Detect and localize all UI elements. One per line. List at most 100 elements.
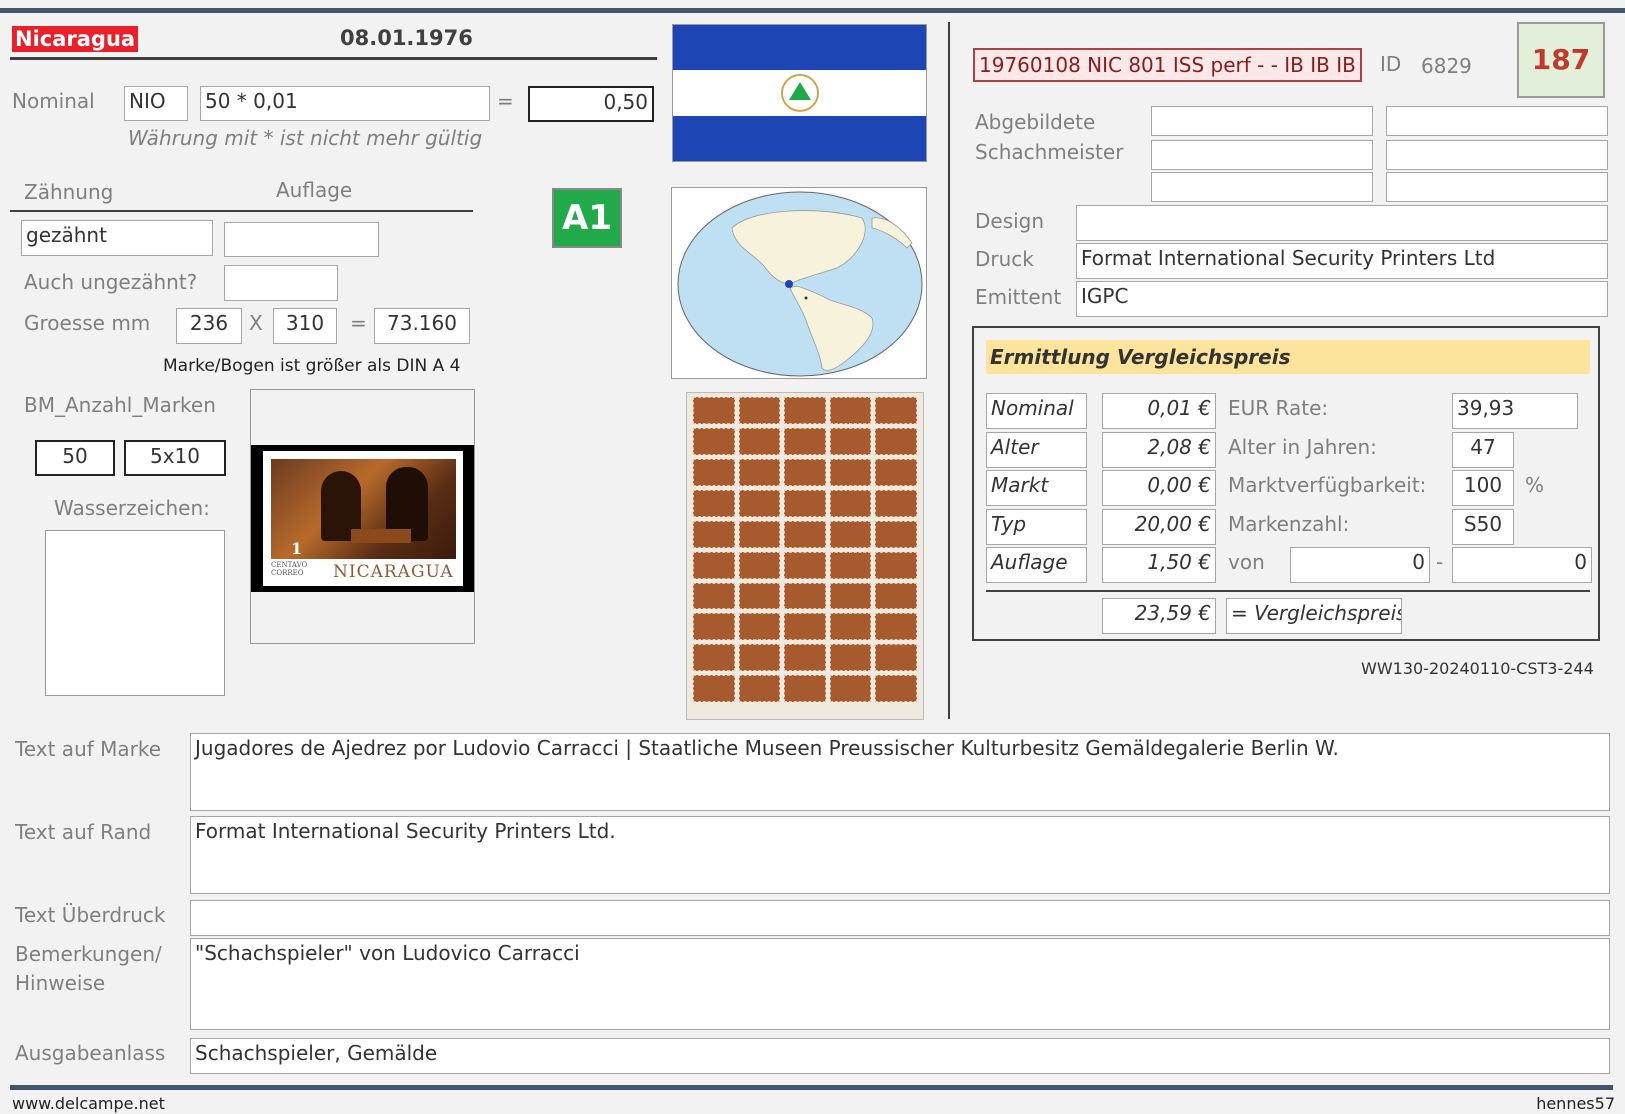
schachmeister-field-6[interactable] [1386,172,1608,202]
price-row-value-auflage[interactable]: 1,50 € [1102,547,1216,583]
price-row-value-markt[interactable]: 0,00 € [1102,470,1216,506]
schachmeister-field-3[interactable] [1151,140,1373,170]
top-bar [0,8,1625,13]
stamp-small-text: CENTAVO CORREO [271,561,308,577]
footer-user[interactable]: hennes57 [1536,1094,1615,1113]
emittent-field[interactable]: IGPC [1076,281,1608,317]
schachmeister-field-1[interactable] [1151,106,1373,136]
druck-label: Druck [975,247,1034,271]
column-divider [948,22,950,719]
issue-code: 19760108 NIC 801 ISS perf - - IB IB IB [973,48,1362,82]
eur-rate-field[interactable]: 39,93 [1452,393,1578,429]
von-to-field[interactable]: 0 [1452,547,1592,583]
chessboard-icon [351,529,411,543]
bemerkungen-field[interactable]: "Schachspieler" von Ludovico Carracci [190,938,1610,1030]
watermark-label: Wasserzeichen: [54,496,210,520]
hinweise-label: Hinweise [15,971,106,995]
zaehnung-field[interactable]: gezähnt [21,220,213,256]
footer-site[interactable]: www.delcampe.net [12,1094,165,1113]
stamp-denomination: 1 [291,539,303,558]
ungezaehnt-label: Auch ungezähnt? [24,270,198,294]
price-panel-title: Ermittlung Vergleichspreis [986,340,1590,374]
text-marke-label: Text auf Marke [15,737,162,761]
markenzahl-label: Markenzahl: [1228,512,1350,536]
nominal-label: Nominal [12,89,95,113]
size-note: Marke/Bogen ist größer als DIN A 4 [163,356,461,376]
size-area-field[interactable]: 73.160 [374,308,470,344]
issue-date: 08.01.1976 [340,26,473,50]
text-rand-field[interactable]: Format International Security Printers L… [190,816,1610,894]
druck-field[interactable]: Format International Security Printers L… [1076,243,1608,279]
auflage-field[interactable] [224,222,379,257]
stamp-painting: 1 [271,459,456,559]
design-label: Design [975,209,1045,233]
price-row-value-typ[interactable]: 20,00 € [1102,509,1216,545]
schachmeister-label: Schachmeister [975,140,1124,164]
price-row-label-alter: Alter [986,432,1087,468]
catalog-number: 187 [1517,22,1605,98]
alter-jahre-field[interactable]: 47 [1452,432,1514,468]
bm-count-field[interactable]: 50 [35,440,115,476]
grade-badge: A1 [552,188,622,248]
eur-rate-label: EUR Rate: [1228,396,1329,420]
text-rand-label: Text auf Rand [15,820,152,844]
price-sum-line [986,590,1590,592]
price-row-value-nominal[interactable]: 0,01 € [1102,393,1216,429]
marktverfuegbarkeit-label: Marktverfügbarkeit: [1228,473,1427,497]
design-field[interactable] [1076,205,1608,241]
id-label: ID [1380,52,1402,76]
ueberdruck-label: Text Überdruck [15,903,166,927]
header-underline [10,57,657,60]
currency-note: Währung mit * ist nicht mehr gültig [128,126,483,150]
stamp-sheet-image [686,392,924,720]
stamp-paper: 1 CENTAVO CORREO NICARAGUA [263,451,463,586]
id-value: 6829 [1421,54,1472,78]
nicaragua-flag-icon [672,24,927,162]
stamp-country-text: NICARAGUA [333,562,454,582]
text-marke-field[interactable]: Jugadores de Ajedrez por Ludovio Carracc… [190,733,1610,811]
total-price-field[interactable]: 23,59 € [1102,598,1216,634]
zaehnung-underline [10,210,473,212]
von-from-field[interactable]: 0 [1290,547,1430,583]
auflage-label: Auflage [276,178,353,202]
price-row-label-typ: Typ [986,509,1087,545]
watermark-box[interactable] [45,530,225,696]
alter-jahre-label: Alter in Jahren: [1228,435,1377,459]
price-row-label-nominal: Nominal [986,393,1087,429]
von-label: von [1228,550,1265,574]
reference-code: WW130-20240110-CST3-244 [1361,659,1594,678]
schachmeister-field-4[interactable] [1386,140,1608,170]
bm-label: BM_Anzahl_Marken [24,393,216,417]
size-x: X [249,311,263,335]
bottom-bar [10,1085,1613,1090]
markenzahl-field[interactable]: S50 [1452,509,1514,545]
bemerkungen-label: Bemerkungen/ [15,942,162,966]
emittent-label: Emittent [975,285,1062,309]
schachmeister-field-5[interactable] [1151,172,1373,202]
stamp-image: 1 CENTAVO CORREO NICARAGUA [251,445,474,592]
size-height-field[interactable]: 310 [273,308,337,344]
total-price-label: = Vergleichspreis [1226,598,1402,634]
ausgabeanlass-field[interactable]: Schachspieler, Gemälde [190,1038,1610,1074]
globe-map [671,187,927,379]
schachmeister-field-2[interactable] [1386,106,1608,136]
price-row-label-auflage: Auflage [986,547,1087,583]
size-equals: = [350,311,367,335]
nominal-formula-field[interactable]: 50 * 0,01 [200,86,490,121]
nominal-result-field[interactable]: 0,50 [528,86,654,122]
ausgabeanlass-label: Ausgabeanlass [15,1041,166,1065]
currency-field[interactable]: NIO [124,86,188,121]
von-dash: - [1436,550,1444,574]
size-width-field[interactable]: 236 [176,308,242,344]
zaehnung-label: Zähnung [24,180,114,204]
ueberdruck-field[interactable] [190,900,1610,936]
price-row-label-markt: Markt [986,470,1087,506]
country-label: Nicaragua [12,26,139,52]
marktverfuegbarkeit-field[interactable]: 100 [1452,470,1514,506]
abgebildete-label: Abgebildete [975,110,1096,134]
price-row-value-alter[interactable]: 2,08 € [1102,432,1216,468]
percent-sign: % [1525,473,1545,497]
bm-layout-field[interactable]: 5x10 [124,440,226,476]
ungezaehnt-field[interactable] [224,265,338,301]
size-label: Groesse mm [24,311,151,335]
